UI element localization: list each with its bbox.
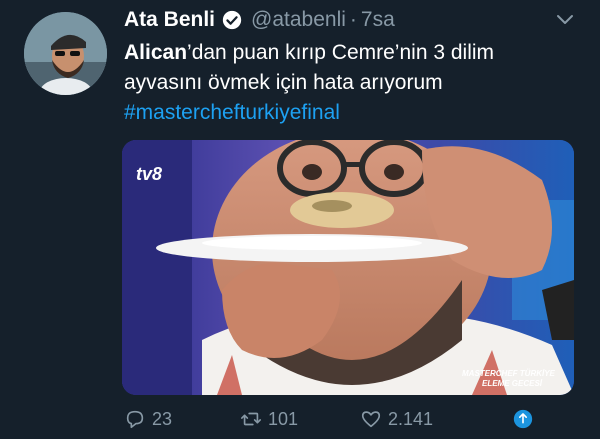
tweet-text-line1: Alican’dan puan kırıp Cemre’nin 3 dilim: [124, 41, 494, 64]
avatar[interactable]: [24, 12, 107, 95]
retweet-icon: [241, 412, 261, 426]
tweet-header: Ata Benli @atabenli · 7sa: [124, 8, 395, 32]
watermark-line1: MASTERCHEF TÜRKİYE: [462, 369, 556, 378]
heart-icon: [361, 411, 381, 428]
separator-dot: ·: [349, 8, 357, 31]
share-button[interactable]: [512, 405, 540, 433]
retweet-count: 101: [268, 408, 299, 429]
watermark-line2: ELEME GECESİ: [482, 379, 543, 388]
hashtag-link[interactable]: #masterchefturkiyefinal: [124, 98, 584, 128]
timestamp[interactable]: 7sa: [361, 8, 395, 32]
reply-count: 23: [152, 408, 173, 429]
share-icon: [513, 409, 533, 429]
tweet-text-line1-rest: ’dan puan kırıp Cemre’nin 3 dilim: [187, 41, 495, 64]
channel-logo: tv8: [136, 164, 162, 184]
reply-icon: [126, 410, 144, 429]
mention-alican: Alican: [124, 41, 188, 64]
retweet-button[interactable]: 101: [240, 405, 298, 433]
media-image: tv8 MASTERCHEF TÜRKİYE ELEME GECESİ: [122, 140, 574, 395]
chevron-down-icon[interactable]: [556, 14, 574, 26]
tweet[interactable]: Ata Benli @atabenli · 7sa Alican’dan pua…: [0, 0, 600, 439]
reply-button[interactable]: 23: [124, 405, 172, 433]
tweet-text-line2: ayvasını övmek için hata arıyorum: [124, 71, 443, 94]
tweet-media[interactable]: tv8 MASTERCHEF TÜRKİYE ELEME GECESİ: [122, 140, 574, 395]
verified-badge-icon: [222, 10, 242, 30]
display-name[interactable]: Ata Benli: [124, 8, 215, 32]
avatar-image: [24, 12, 107, 95]
like-count: 2.141: [388, 408, 434, 429]
tweet-text: Alican’dan puan kırıp Cemre’nin 3 dilim …: [124, 38, 584, 128]
handle[interactable]: @atabenli: [251, 8, 346, 32]
tweet-actions: 23 101 2.141: [124, 405, 594, 433]
like-button[interactable]: 2.141: [360, 405, 433, 433]
